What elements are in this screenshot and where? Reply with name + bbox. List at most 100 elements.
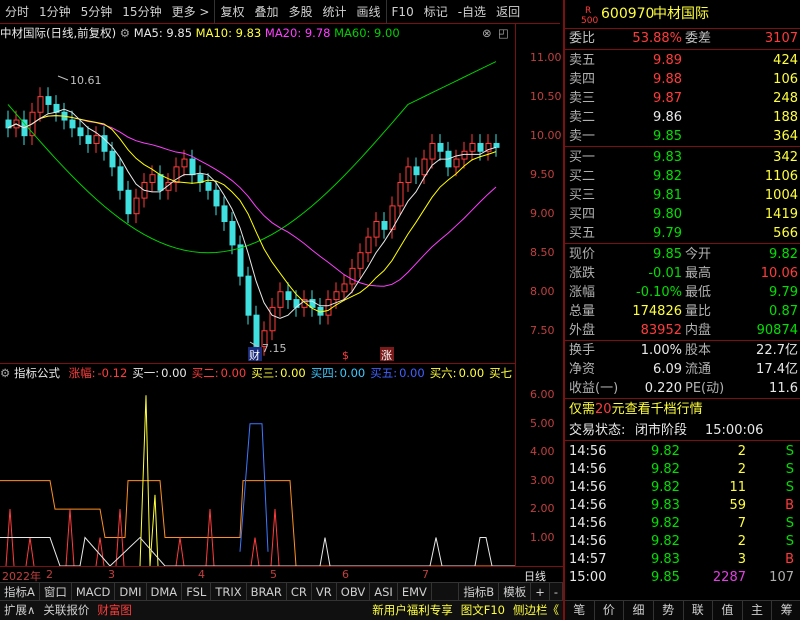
candle-body	[133, 197, 140, 215]
sidebar-toggle[interactable]: 侧边栏《	[509, 601, 563, 620]
indicator-item: 买一: 0.00	[132, 366, 187, 380]
indicator-item: 买六: 0.00	[429, 366, 485, 380]
stat-value: -0.01	[648, 266, 682, 281]
toolbar-item-8[interactable]: 统计	[318, 0, 352, 24]
toolbar-item-7[interactable]: 多股	[283, 0, 317, 24]
ask-price[interactable]: 9.86	[653, 108, 682, 127]
indicator-tab[interactable]: MACD	[72, 583, 116, 600]
settings-icon[interactable]: ⚙	[120, 26, 130, 40]
candle-body	[37, 96, 44, 113]
toolbar-item-10[interactable]: F10	[385, 0, 419, 24]
bid-price[interactable]: 9.82	[653, 167, 682, 186]
bid-price[interactable]: 9.80	[653, 205, 682, 224]
tick-direction: S	[785, 534, 794, 549]
candle-body	[469, 142, 476, 152]
candle-body	[365, 236, 372, 254]
toolbar-item-5[interactable]: 复权	[214, 0, 249, 24]
indicator-tab[interactable]	[432, 583, 460, 600]
related-quote-button[interactable]: 关联报价	[39, 601, 93, 620]
quote-nav-tab[interactable]: 主	[743, 601, 773, 620]
toolbar-item-9[interactable]: 画线	[352, 0, 386, 24]
indicator-chart[interactable]	[0, 381, 515, 566]
wealth-chart-button[interactable]: 财富图	[93, 601, 136, 620]
tick-volume: 3	[737, 552, 746, 567]
kline-chart[interactable]: 10.61 7.15 财 $ 涨	[0, 42, 515, 362]
toolbar-item-4[interactable]: 更多 >	[167, 0, 215, 24]
f10-button[interactable]: 图文F10	[457, 601, 509, 620]
date-tick: 3	[108, 568, 115, 581]
indicator-settings-icon[interactable]: ⚙	[0, 366, 10, 380]
indicator-tab[interactable]: CR	[287, 583, 312, 600]
toolbar-item-2[interactable]: 5分钟	[76, 0, 118, 24]
expand-button[interactable]: 扩展∧	[0, 601, 39, 620]
ask-volume: 424	[773, 53, 798, 68]
quote-nav-tab[interactable]: 价	[595, 601, 625, 620]
indicator-tab[interactable]: OBV	[337, 583, 371, 600]
ask-level-label: 卖五	[569, 53, 596, 68]
minimize-chart-icon[interactable]: ◰	[498, 24, 509, 42]
tick-direction: B	[785, 552, 794, 567]
ask-price[interactable]: 9.85	[653, 127, 682, 146]
indicator-tab[interactable]: BRAR	[247, 583, 287, 600]
ask-price[interactable]: 9.89	[653, 51, 682, 70]
ask-price[interactable]: 9.88	[653, 70, 682, 89]
quote-nav-tab[interactable]: 联	[684, 601, 714, 620]
toolbar-item-6[interactable]: 叠加	[249, 0, 283, 24]
candle-body	[221, 205, 228, 223]
indicator-tab[interactable]: DMI	[115, 583, 147, 600]
stat-label: 涨幅	[569, 285, 596, 300]
bid-price[interactable]: 9.79	[653, 224, 682, 243]
indicator-tab[interactable]: 模板	[499, 583, 532, 600]
indicator-tab[interactable]: VR	[312, 583, 337, 600]
candle-body	[45, 96, 52, 105]
quote-nav-tab[interactable]: 细	[624, 601, 654, 620]
toolbar-item-12[interactable]: -自选	[453, 0, 491, 24]
indicator-tab[interactable]: ASI	[370, 583, 398, 600]
indicator-item: 买二: 0.00	[191, 366, 247, 380]
weicha-value: 3107	[764, 31, 798, 46]
bid-price[interactable]: 9.81	[653, 186, 682, 205]
candle-body	[237, 244, 244, 277]
tick-direction: S	[785, 444, 794, 459]
price-tick: 10.50	[530, 89, 562, 103]
ma10-line	[7, 115, 497, 313]
candle-body	[269, 306, 276, 332]
indicator-tab[interactable]: +	[531, 583, 550, 600]
bid-price[interactable]: 9.83	[653, 148, 682, 167]
ask-level-label: 卖三	[569, 91, 596, 106]
quote-nav-tab[interactable]: 筹	[772, 601, 800, 620]
ma60-label: MA60: 9.00	[334, 26, 400, 40]
fund-value: 22.7亿	[756, 343, 798, 358]
tick-direction: S	[785, 462, 794, 477]
indicator-tab[interactable]: 指标A	[0, 583, 40, 600]
tick-volume: 2287	[712, 570, 746, 585]
indicator-tab[interactable]: DMA	[147, 583, 183, 600]
candle-body	[413, 166, 420, 176]
indicator-tab[interactable]: EMV	[398, 583, 432, 600]
toolbar-item-3[interactable]: 15分钟	[117, 0, 166, 24]
indicator-item: 买七	[489, 366, 513, 380]
toolbar-item-13[interactable]: 返回	[491, 0, 525, 24]
indicator-tab[interactable]: 窗口	[40, 583, 72, 600]
ask-price[interactable]: 9.87	[653, 89, 682, 108]
indicator-name[interactable]: 指标公式	[14, 366, 60, 380]
quote-nav-tab[interactable]: 笔	[565, 601, 595, 620]
indicator-tab[interactable]: TRIX	[211, 583, 247, 600]
limit-up-marker[interactable]: 涨	[381, 349, 392, 362]
toolbar-item-1[interactable]: 1分钟	[34, 0, 76, 24]
candle-body	[429, 142, 436, 160]
indicator-tab[interactable]: FSL	[182, 583, 212, 600]
toolbar-item-11[interactable]: 标记	[419, 0, 453, 24]
close-chart-icon[interactable]: ⊗	[482, 24, 492, 42]
candle-body	[77, 127, 84, 137]
quote-nav-tab[interactable]: 势	[654, 601, 684, 620]
toolbar-item-0[interactable]: 分时	[0, 0, 34, 24]
promo-text[interactable]: 仅需20元查看千档行情	[569, 400, 703, 419]
indicator-tab[interactable]: -	[550, 583, 563, 600]
event-marker[interactable]: $	[342, 349, 349, 362]
quote-nav-tab[interactable]: 值	[713, 601, 743, 620]
candle-body	[477, 142, 484, 152]
indicator-tab[interactable]: 指标B	[459, 583, 500, 600]
new-user-promo[interactable]: 新用户福利专享	[368, 601, 457, 620]
finance-marker[interactable]: 财	[249, 348, 260, 362]
